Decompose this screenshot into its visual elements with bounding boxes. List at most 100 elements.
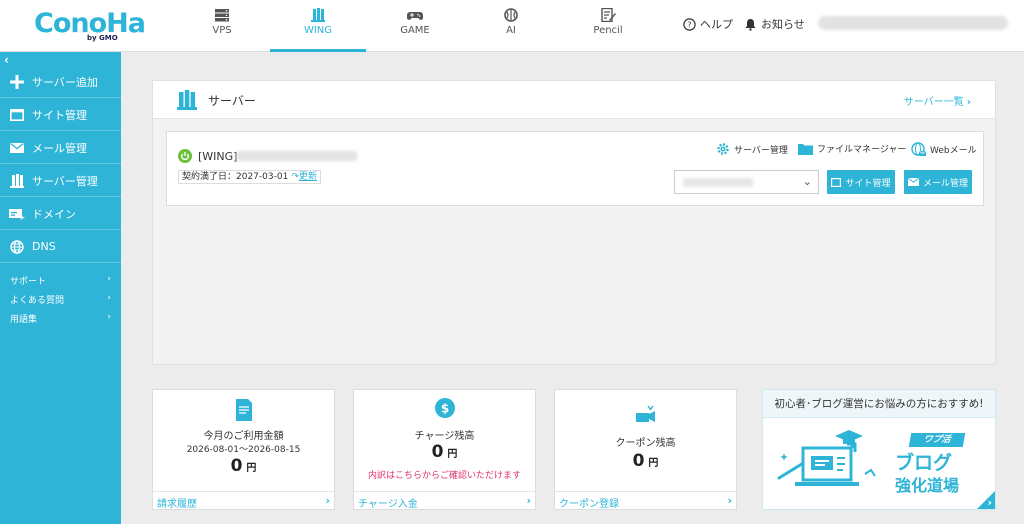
window-icon xyxy=(831,177,842,187)
sidebar-link-faq[interactable]: よくある質問 › xyxy=(10,293,111,306)
expiry-text: 契約満了日：2027-03-01 xyxy=(182,172,289,182)
svg-text:$: $ xyxy=(441,402,449,416)
sidebar-item-label: メール管理 xyxy=(32,141,87,155)
mail-icon xyxy=(907,178,919,186)
collapse-arrow-icon[interactable]: ‹ xyxy=(4,53,9,67)
sidebar-item-label: ドメイン xyxy=(32,207,76,221)
chevron-right-icon: › xyxy=(107,293,111,303)
select-value-redacted xyxy=(683,178,753,187)
amount-unit: 円 xyxy=(246,463,257,474)
blog-dojo-banner[interactable]: 初心者･ブログ運営にお悩みの方におすすめ! ワプ活 ブログ 強化道場 › xyxy=(762,389,996,510)
help-link[interactable]: ? ヘルプ xyxy=(683,16,733,32)
webmail-action[interactable]: Webメール xyxy=(911,142,977,157)
panel-title: サーバー xyxy=(208,94,256,108)
server-manage-action[interactable]: サーバー管理 xyxy=(716,142,788,156)
sidebar-item-server[interactable]: サーバー管理 xyxy=(0,165,121,197)
help-label: ヘルプ xyxy=(700,18,733,31)
wing-server-icon xyxy=(311,8,325,22)
coupon-register-link[interactable]: クーポン登録 › xyxy=(555,491,736,510)
bell-icon xyxy=(745,18,756,31)
server-list-link[interactable]: サーバー一覧 › xyxy=(904,93,971,108)
action-label: Webメール xyxy=(930,146,977,156)
gamepad-icon xyxy=(407,12,423,20)
laptop-graduation-illustration xyxy=(777,430,876,486)
coupon-card: クーポン残高 0円 クーポン登録 › xyxy=(554,389,737,510)
plus-icon xyxy=(2,74,32,89)
mail-icon xyxy=(2,142,32,153)
brain-icon xyxy=(504,8,518,22)
invoice-icon xyxy=(236,399,252,421)
footer-link-label: チャージ入金 xyxy=(358,499,418,510)
sidebar-link-label: よくある質問 xyxy=(10,296,65,306)
file-manager-action[interactable]: ファイルマネージャー xyxy=(798,142,906,155)
charge-amount: 0円 xyxy=(354,442,535,462)
renew-link[interactable]: ↷更新 xyxy=(291,171,317,183)
gear-icon xyxy=(717,143,729,155)
usage-period: 2026-08-01～2026-08-15 xyxy=(186,445,301,455)
server-icon xyxy=(2,173,32,188)
server-panel-header: サーバー サーバー一覧 › xyxy=(153,81,995,119)
pencil-doc-icon xyxy=(601,8,616,22)
renew-label: 更新 xyxy=(298,172,317,182)
logo-sub: by GMO xyxy=(87,34,118,42)
nav-tab-wing[interactable]: WING xyxy=(270,0,366,52)
nav-tab-game[interactable]: GAME xyxy=(367,0,463,52)
server-icon xyxy=(177,90,197,110)
server-id-redacted xyxy=(237,151,357,161)
nav-label: AI xyxy=(506,25,516,36)
sidebar: ‹ サーバー追加 サイト管理 メール管理 サーバー管理 ドメイン DNS サポー… xyxy=(0,52,121,524)
charge-note[interactable]: 内訳はこちらからご確認いただけます xyxy=(354,468,535,481)
charge-deposit-link[interactable]: チャージ入金 › xyxy=(354,491,535,510)
sidebar-link-glossary[interactable]: 用語集 › xyxy=(10,312,111,325)
window-icon xyxy=(2,108,32,121)
site-manage-button[interactable]: サイト管理 xyxy=(827,170,895,194)
action-label: サーバー管理 xyxy=(734,145,788,156)
sidebar-item-dns[interactable]: DNS xyxy=(0,231,121,263)
amount-value: 0 xyxy=(632,451,645,471)
server-name: [WING] xyxy=(198,150,238,163)
sidebar-item-site[interactable]: サイト管理 xyxy=(0,99,121,131)
chevron-down-icon: ⌄ xyxy=(802,175,812,188)
chevron-right-icon: › xyxy=(727,494,732,507)
sidebar-item-mail[interactable]: メール管理 xyxy=(0,132,121,164)
sidebar-item-label: サイト管理 xyxy=(32,108,87,122)
nav-tab-pencil[interactable]: Pencil xyxy=(560,0,656,52)
chevron-right-icon: › xyxy=(526,494,531,507)
nav-tab-vps[interactable]: VPS xyxy=(174,0,270,52)
nav-tab-ai[interactable]: AI xyxy=(463,0,559,52)
folder-icon xyxy=(798,143,813,155)
dollar-coin-icon: $ xyxy=(435,398,455,418)
sidebar-item-add-server[interactable]: サーバー追加 xyxy=(0,66,121,98)
banner-line1: ブログ xyxy=(895,452,953,474)
nav-label: Pencil xyxy=(593,25,623,36)
action-label: ファイルマネージャー xyxy=(817,145,907,155)
billing-history-link[interactable]: 請求履歴 › xyxy=(153,491,334,510)
sidebar-link-label: 用語集 xyxy=(10,315,38,325)
sidebar-item-label: DNS xyxy=(32,240,56,253)
banner-corner xyxy=(977,491,995,509)
site-select[interactable]: ⌄ xyxy=(674,170,819,194)
chevron-right-icon: › xyxy=(325,494,330,507)
card-title: クーポン残高 xyxy=(615,438,676,449)
mail-manage-button[interactable]: メール管理 xyxy=(904,170,972,194)
notice-link[interactable]: お知らせ xyxy=(744,16,805,32)
server-panel: サーバー サーバー一覧 › [WING] 契約満了日：2027-03-01 ↷更… xyxy=(152,80,996,365)
account-menu-redacted[interactable] xyxy=(818,16,1008,30)
wapkatsu-badge: ワプ活 xyxy=(908,433,966,447)
conoha-logo[interactable]: ConoHa by GMO xyxy=(34,8,146,42)
amount-value: 0 xyxy=(230,456,243,476)
banner-line2: 強化道場 xyxy=(895,476,960,495)
sidebar-link-support[interactable]: サポート › xyxy=(10,274,111,287)
amount-value: 0 xyxy=(431,442,444,462)
svg-text:?: ? xyxy=(687,20,691,29)
notice-label: お知らせ xyxy=(761,18,805,31)
chevron-right-icon: › xyxy=(107,274,111,284)
sidebar-item-domain[interactable]: ドメイン xyxy=(0,198,121,230)
nav-label: GAME xyxy=(400,25,430,36)
chevron-right-icon: › xyxy=(107,312,111,322)
domain-icon xyxy=(2,208,32,220)
amount-unit: 円 xyxy=(447,449,458,460)
server-card: [WING] 契約満了日：2027-03-01 ↷更新 サーバー管理 ファイルマ… xyxy=(166,131,984,206)
charge-card: $ チャージ残高 0円 内訳はこちらからご確認いただけます チャージ入金 › xyxy=(353,389,536,510)
button-label: サイト管理 xyxy=(845,178,891,189)
